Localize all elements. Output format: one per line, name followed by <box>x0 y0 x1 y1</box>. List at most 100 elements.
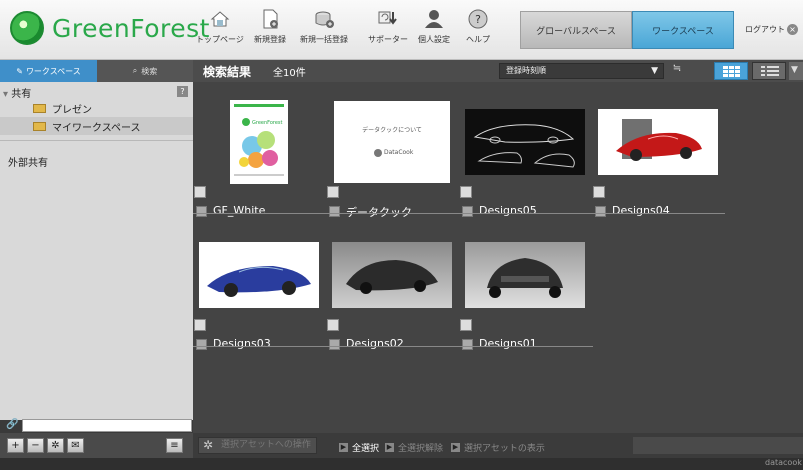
sidebar-tabs: ✎ ワークスペース ⌕ 検索 <box>0 60 193 82</box>
deselect-all-label: 全選択解除 <box>398 444 444 454</box>
asset-card[interactable]: Designs01 <box>459 225 591 356</box>
asset-thumbnail[interactable]: データクックについて DataCook <box>326 92 458 192</box>
selection-action-bar: ✲ 選択アセットへの操作 ▶ 全選択 ▶ 全選択解除 ▶ 選択アセットの表示 <box>193 433 803 458</box>
asset-name: Designs02 <box>346 337 404 350</box>
nav-label: トップページ <box>196 35 244 44</box>
list-icon <box>761 66 779 76</box>
list-toggle-button[interactable]: ≡ <box>166 438 183 453</box>
asset-checkbox[interactable] <box>196 339 207 350</box>
global-space-tab[interactable]: グローバルスペース <box>520 11 632 49</box>
car-sketch-image <box>199 242 319 308</box>
asset-card[interactable]: Designs04 <box>592 92 724 223</box>
asset-operation-button[interactable]: ✲ 選択アセットへの操作 <box>198 437 317 454</box>
sidebar-input[interactable] <box>22 419 192 432</box>
asset-thumbnail[interactable] <box>326 225 458 325</box>
sidebar-item-presentation[interactable]: プレゼン <box>0 99 193 117</box>
tab-search[interactable]: ⌕ 検索 <box>97 60 193 82</box>
deselect-all-link[interactable]: ▶ 全選択解除 <box>385 441 443 454</box>
image-icon <box>194 319 206 331</box>
link-icon[interactable]: 🔗 <box>6 419 18 431</box>
user-icon <box>425 10 443 28</box>
sidebar-item-my-workspace[interactable]: マイワークスペース <box>0 117 193 135</box>
sort-select[interactable]: 登録時刻順 ▼ <box>499 63 664 79</box>
top-header: GreenForest トップページ 新規登録 新規一括登録 サポーター 個人設… <box>0 0 803 60</box>
help-icon[interactable]: ? <box>177 86 188 97</box>
search-icon: ⌕ <box>132 66 138 75</box>
nav-personal-settings[interactable]: 個人設定 <box>418 8 450 45</box>
nav-label: サポーター <box>368 35 408 44</box>
supporter-icon <box>378 11 397 25</box>
asset-card[interactable]: Designs05 <box>459 92 591 223</box>
settings-button[interactable]: ✲ <box>47 438 64 453</box>
nav-help[interactable]: ? ヘルプ <box>466 8 490 45</box>
tab-search-label: 検索 <box>141 66 158 76</box>
car-render-image <box>465 242 585 308</box>
select-all-label: 全選択 <box>352 444 380 454</box>
asset-checkbox[interactable] <box>196 206 207 217</box>
remove-button[interactable]: − <box>27 438 44 453</box>
more-view-button[interactable]: ▼ <box>789 62 803 80</box>
list-view-button[interactable] <box>752 62 786 80</box>
asset-name: Designs03 <box>213 337 271 350</box>
logout-button[interactable]: ログアウト × <box>745 24 798 35</box>
logo-icon <box>10 11 44 45</box>
help-icon: ? <box>468 9 488 29</box>
result-count: 全10件 <box>273 68 306 79</box>
nav-new-register[interactable]: 新規登録 <box>254 8 286 45</box>
nav-supporter[interactable]: サポーター <box>368 8 408 45</box>
asset-thumbnail[interactable] <box>193 225 325 325</box>
show-selected-label: 選択アセットの表示 <box>464 444 545 454</box>
asset-name: Designs04 <box>612 204 670 217</box>
document-thumbnail: データクックについて DataCook <box>334 101 450 183</box>
divider <box>0 140 193 141</box>
tree-root-shared[interactable]: ▾ 共有 <box>3 85 31 100</box>
nav-label: 新規登録 <box>254 35 286 44</box>
gear-icon: ✲ <box>51 440 60 451</box>
nav-top-page[interactable]: トップページ <box>196 8 244 45</box>
asset-checkbox[interactable] <box>462 339 473 350</box>
asset-checkbox[interactable] <box>329 339 340 350</box>
brand-name: GreenForest <box>52 13 210 43</box>
asset-thumbnail[interactable] <box>459 225 591 325</box>
asset-card[interactable]: Designs03 <box>193 225 325 356</box>
sidebar-toolbar: + − ✲ ✉ ≡ <box>0 433 193 458</box>
chevron-down-icon: ▼ <box>651 66 658 76</box>
asset-card[interactable]: GreenForest GF_White <box>193 92 325 223</box>
select-all-link[interactable]: ▶ 全選択 <box>339 441 379 454</box>
external-share-label[interactable]: 外部共有 <box>8 154 48 169</box>
asset-checkbox[interactable] <box>462 206 473 217</box>
filter-icon: ≒ <box>672 63 682 74</box>
logout-label: ログアウト <box>745 25 785 34</box>
sidebar: ▾ 共有 ? プレゼン マイワークスペース 外部共有 🔗 <box>0 82 193 432</box>
doc-brand: DataCook <box>384 149 414 156</box>
row-divider <box>193 346 593 347</box>
asset-card[interactable]: データクックについて DataCook データクック <box>326 92 458 223</box>
tab-workspace[interactable]: ✎ ワークスペース <box>0 60 97 82</box>
document-thumbnail: GreenForest <box>230 100 288 184</box>
mail-button[interactable]: ✉ <box>67 438 84 453</box>
asset-name: データクック <box>346 206 412 219</box>
arrow-right-icon: ▶ <box>339 443 348 452</box>
asset-thumbnail[interactable]: GreenForest <box>193 92 325 192</box>
filter-button[interactable]: ≒ <box>668 63 686 79</box>
document-icon <box>327 186 339 198</box>
asset-card[interactable]: Designs02 <box>326 225 458 356</box>
row-divider <box>193 213 725 214</box>
svg-text:?: ? <box>475 13 481 26</box>
show-selected-link[interactable]: ▶ 選択アセットの表示 <box>451 441 545 454</box>
brand-logo[interactable]: GreenForest <box>10 11 210 45</box>
bulk-register-icon <box>315 11 334 28</box>
logo-icon <box>374 149 382 157</box>
add-button[interactable]: + <box>7 438 24 453</box>
asset-thumbnail[interactable] <box>592 92 724 192</box>
asset-checkbox[interactable] <box>329 206 340 217</box>
grid-view-button[interactable] <box>714 62 748 80</box>
asset-name: Designs01 <box>479 337 537 350</box>
grid-icon <box>723 66 740 77</box>
workspace-tab[interactable]: ワークスペース <box>632 11 734 49</box>
asset-thumbnail[interactable] <box>459 92 591 192</box>
asset-checkbox[interactable] <box>595 206 606 217</box>
nav-bulk-register[interactable]: 新規一括登録 <box>300 8 348 45</box>
sort-value: 登録時刻順 <box>506 66 546 75</box>
folder-icon <box>33 103 46 113</box>
